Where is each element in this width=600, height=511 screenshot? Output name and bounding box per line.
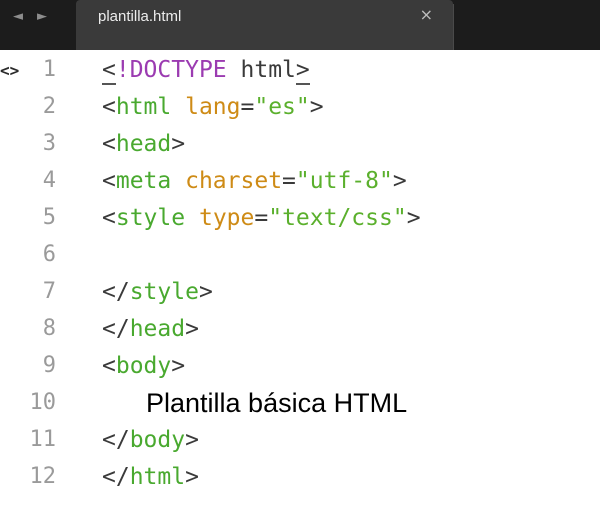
code-token: "text/css" xyxy=(268,205,407,231)
line-number: 7 xyxy=(42,279,56,304)
code-token: lang xyxy=(185,94,241,120)
line-number: 10 xyxy=(29,390,57,415)
code-line: 7 </style> xyxy=(0,274,600,311)
code-line: 4 <meta charset="utf-8"> xyxy=(0,163,600,200)
code-token: < xyxy=(102,168,116,194)
line-number: 12 xyxy=(29,464,57,489)
line-number: 11 xyxy=(29,427,57,452)
code-text: <body> xyxy=(102,352,185,380)
code-token: < xyxy=(102,131,116,157)
code-token: html xyxy=(115,94,172,120)
code-line: 9 <body> xyxy=(0,348,600,385)
code-token: > xyxy=(295,57,310,85)
line-number: 9 xyxy=(42,353,56,378)
code-token: < xyxy=(102,57,116,85)
code-token: "utf-8" xyxy=(295,168,393,194)
code-token: "es" xyxy=(254,94,310,120)
code-text: <html lang="es"> xyxy=(102,93,324,121)
code-token: charset xyxy=(185,168,283,194)
code-text: </head> xyxy=(102,315,199,343)
code-token: > xyxy=(171,353,186,379)
code-token: > xyxy=(309,94,324,120)
code-token: = xyxy=(254,205,269,231)
code-text: <meta charset="utf-8"> xyxy=(102,167,407,195)
code-token: < xyxy=(102,205,116,231)
code-token: !DOCTYPE xyxy=(115,57,227,83)
code-line: 3 <head> xyxy=(0,126,600,163)
code-token: html xyxy=(129,464,186,490)
code-token: > xyxy=(185,464,199,490)
code-line: 2 <html lang="es"> xyxy=(0,89,600,126)
tab-title: plantilla.html xyxy=(98,8,182,25)
code-token: meta xyxy=(115,168,172,194)
code-token: < xyxy=(102,94,116,120)
line-number: 2 xyxy=(42,94,56,119)
code-token: > xyxy=(406,205,421,231)
code-line: < > 1 <!DOCTYPE html> xyxy=(0,52,600,89)
line-number: 3 xyxy=(42,131,56,156)
back-arrow-icon[interactable]: ◄ xyxy=(12,10,24,24)
code-text: <!DOCTYPE html> xyxy=(102,56,310,85)
tab-divider xyxy=(453,4,454,50)
code-token: > xyxy=(185,427,199,453)
code-token: < xyxy=(102,353,116,379)
code-line: 10 Plantilla básica HTML xyxy=(0,385,600,422)
code-token: = xyxy=(240,94,255,120)
code-token: > xyxy=(198,279,213,305)
code-text: <head> xyxy=(102,130,185,158)
body-text: Plantilla básica HTML xyxy=(146,388,408,418)
code-text: </style> xyxy=(102,278,213,306)
close-icon[interactable] xyxy=(420,6,433,24)
code-token: body xyxy=(115,353,172,379)
code-token: > xyxy=(185,316,199,342)
code-token: html xyxy=(240,57,296,83)
code-token: head xyxy=(129,316,186,342)
tab-plantilla-html[interactable]: plantilla.html xyxy=(76,0,453,50)
code-token: > xyxy=(171,131,186,157)
code-line: 11 </body> xyxy=(0,422,600,459)
code-token: </ xyxy=(102,427,130,453)
line-number: 5 xyxy=(42,205,56,230)
editor-window: ◄ ► plantilla.html <> 1 <!DOCTYPE html> … xyxy=(0,0,600,511)
code-line: 12 </html> xyxy=(0,459,600,496)
code-token: style xyxy=(129,279,199,305)
code-token: type xyxy=(198,205,255,231)
code-token: </ xyxy=(102,279,130,305)
tab-bar: ◄ ► plantilla.html xyxy=(0,0,600,50)
code-text: </body> xyxy=(102,426,199,454)
line-number: 4 xyxy=(42,168,56,193)
line-number: 6 xyxy=(42,242,56,267)
code-text: <style type="text/css"> xyxy=(102,204,421,232)
code-text: </html> xyxy=(102,463,199,491)
tab-navigation: ◄ ► xyxy=(12,10,48,24)
line-number: 8 xyxy=(42,316,56,341)
code-token: </ xyxy=(102,464,130,490)
code-token: </ xyxy=(102,316,130,342)
code-line: 6 xyxy=(0,237,600,274)
forward-arrow-icon[interactable]: ► xyxy=(36,10,48,24)
code-token: head xyxy=(115,131,172,157)
code-editor[interactable]: <> 1 <!DOCTYPE html> 2 <html lang="es"> … xyxy=(0,50,600,511)
code-line: 5 <style type="text/css"> xyxy=(0,200,600,237)
line-number: 1 xyxy=(42,57,56,82)
code-token: > xyxy=(392,168,407,194)
code-token: body xyxy=(129,427,186,453)
code-token: = xyxy=(282,168,296,194)
code-line: 8 </head> xyxy=(0,311,600,348)
code-token: style xyxy=(115,205,186,231)
